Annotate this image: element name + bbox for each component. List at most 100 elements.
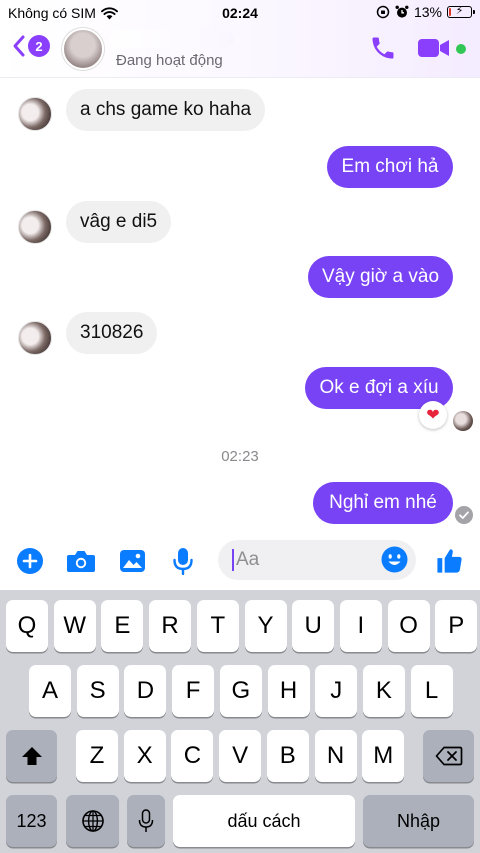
key-label: W (63, 612, 87, 639)
numbers-key-label: 123 (16, 810, 47, 831)
key-x[interactable]: X (123, 730, 166, 782)
key-f[interactable]: F (172, 665, 215, 717)
microphone-icon (173, 548, 193, 576)
key-v[interactable]: V (219, 730, 262, 782)
key-e[interactable]: E (101, 600, 144, 652)
key-label: Y (257, 612, 274, 639)
key-s[interactable]: S (76, 665, 119, 717)
heart-icon: ❤ (426, 407, 440, 424)
key-d[interactable]: D (124, 665, 167, 717)
text-caret (232, 549, 234, 571)
key-o[interactable]: O (387, 600, 430, 652)
return-key-label: Nhập (396, 810, 441, 831)
thumbs-up-icon (437, 549, 462, 573)
key-label: N (326, 742, 345, 769)
key-b[interactable]: B (266, 730, 309, 782)
key-label: C (183, 742, 202, 769)
key-label: G (231, 677, 251, 704)
key-label: D (136, 677, 155, 704)
dictation-key[interactable] (127, 795, 165, 847)
key-t[interactable]: T (196, 600, 239, 652)
back-button[interactable]: 2 (12, 34, 50, 58)
key-z[interactable]: Z (76, 730, 118, 782)
key-i[interactable]: I (339, 600, 382, 652)
message-bubble-outgoing[interactable]: Em chơi hả (327, 146, 453, 188)
key-l[interactable]: L (410, 665, 453, 717)
camera-icon (67, 551, 95, 572)
message-bubble-incoming[interactable]: a chs game ko haha (66, 89, 266, 131)
sender-avatar[interactable] (18, 321, 52, 355)
activity-status: Đang hoạt động (116, 52, 223, 69)
key-a[interactable]: A (29, 665, 71, 717)
more-actions-button[interactable] (17, 548, 43, 579)
contact-avatar[interactable] (62, 28, 104, 70)
key-label: X (136, 742, 153, 769)
message-bubble-incoming[interactable]: vâg e di5 (66, 201, 172, 243)
key-label: M (373, 742, 394, 769)
key-label: V (232, 742, 249, 769)
contact-name-redacted (110, 30, 234, 48)
key-p[interactable]: P (435, 600, 478, 652)
voice-call-button[interactable] (369, 34, 397, 67)
key-label: P (448, 612, 465, 639)
backspace-key[interactable] (423, 730, 474, 782)
chevron-left-icon (13, 35, 25, 57)
battery-icon: ⚡ (447, 5, 475, 18)
key-m[interactable]: M (362, 730, 405, 782)
key-n[interactable]: N (314, 730, 357, 782)
message-input[interactable]: Aa (218, 540, 416, 580)
battery-percent: 13% (413, 4, 442, 20)
return-key[interactable]: Nhập (363, 795, 474, 847)
key-q[interactable]: Q (6, 600, 48, 652)
key-label: F (185, 677, 201, 704)
key-label: B (279, 742, 296, 769)
key-g[interactable]: G (219, 665, 262, 717)
status-right: 13% ⚡ (376, 4, 475, 20)
numbers-key[interactable]: 123 (6, 795, 57, 847)
shift-icon (21, 747, 42, 765)
gallery-icon (120, 550, 145, 572)
key-label: L (424, 677, 439, 704)
seen-avatar (453, 411, 473, 431)
message-input-placeholder: Aa (236, 549, 260, 570)
emoji-icon (381, 546, 408, 573)
key-r[interactable]: R (149, 600, 192, 652)
message-bubble-incoming[interactable]: 310826 (66, 312, 158, 354)
unread-badge: 2 (28, 35, 50, 57)
key-k[interactable]: K (362, 665, 405, 717)
video-call-button[interactable] (417, 37, 451, 64)
key-label: R (161, 612, 179, 639)
like-button[interactable] (435, 546, 464, 580)
sender-avatar[interactable] (18, 97, 52, 131)
shift-key[interactable] (6, 730, 57, 782)
message-bubble-outgoing[interactable]: Nghỉ em nhé (313, 482, 453, 524)
sender-avatar[interactable] (18, 210, 52, 244)
plus-icon (17, 548, 43, 574)
globe-key[interactable] (66, 795, 119, 847)
key-label: I (357, 612, 365, 639)
key-u[interactable]: U (292, 600, 335, 652)
key-j[interactable]: J (315, 665, 358, 717)
orientation-lock-icon (376, 5, 390, 19)
key-label: J (330, 677, 343, 704)
space-key[interactable]: dấu cách (173, 795, 355, 847)
camera-button[interactable] (66, 549, 96, 578)
heart-reaction[interactable]: ❤ (419, 401, 447, 429)
key-h[interactable]: H (267, 665, 310, 717)
check-icon (459, 511, 469, 519)
message-bubble-outgoing[interactable]: Vậy giờ a vào (308, 256, 453, 298)
key-label: Q (17, 612, 37, 639)
microphone-icon (138, 809, 154, 832)
key-c[interactable]: C (171, 730, 214, 782)
voice-message-button[interactable] (172, 547, 194, 580)
key-y[interactable]: Y (244, 600, 287, 652)
alarm-icon (395, 5, 409, 18)
composer-bar: Aa (0, 536, 480, 590)
emoji-button[interactable] (381, 546, 408, 578)
key-label: K (375, 677, 392, 704)
charging-icon: ⚡ (455, 5, 464, 17)
key-w[interactable]: W (53, 600, 96, 652)
chat-header: Không có SIM 02:24 13% ⚡ 2 Đang hoạt độn… (0, 0, 480, 78)
status-bar: Không có SIM 02:24 13% ⚡ (0, 0, 480, 26)
gallery-button[interactable] (119, 549, 146, 578)
